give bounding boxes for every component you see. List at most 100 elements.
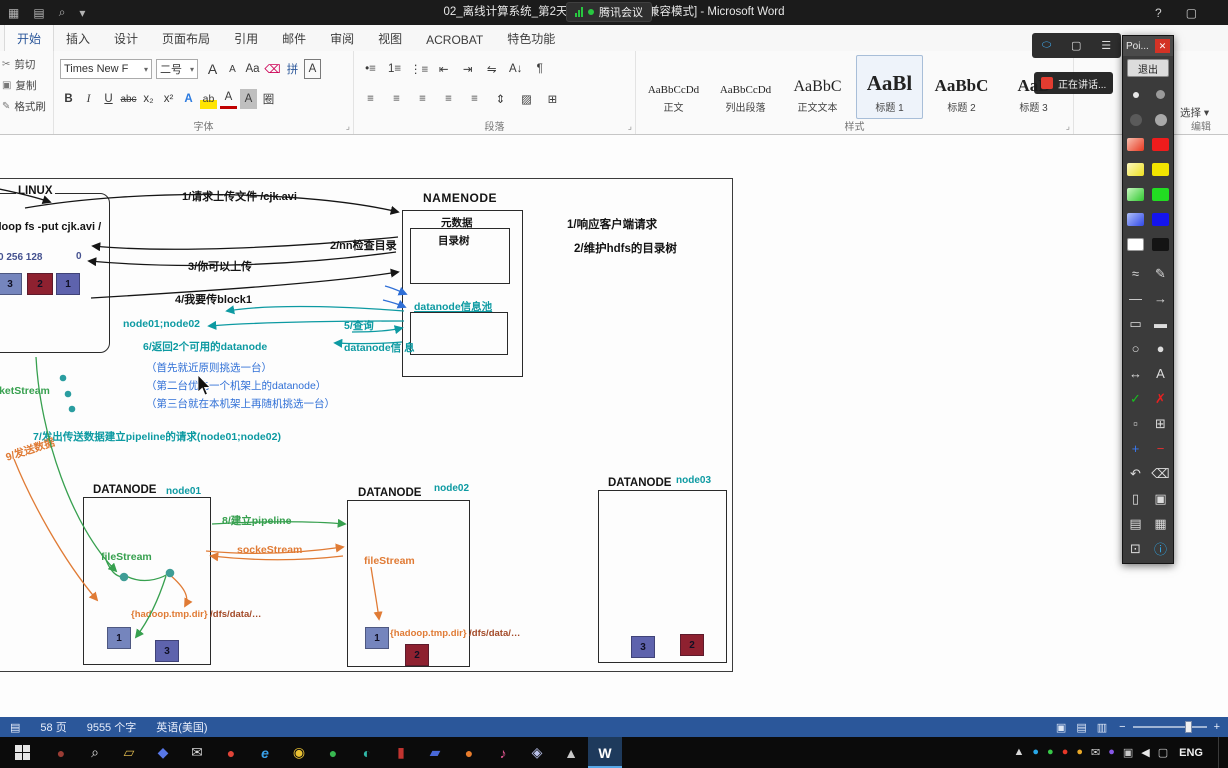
text-tool[interactable]: A (1156, 366, 1165, 381)
pen-size-xlarge[interactable] (1154, 113, 1167, 126)
subscript-button[interactable]: x₂ (140, 89, 157, 109)
bold-button[interactable]: B (60, 89, 77, 109)
color-yellow[interactable] (1152, 163, 1169, 176)
curve-tool[interactable]: ≈ (1132, 266, 1139, 281)
taskbar-search-icon[interactable]: ⌕ (78, 737, 112, 768)
shading-button[interactable]: ▨ (518, 89, 535, 109)
tray-icon[interactable]: ● (1108, 746, 1115, 759)
zoom-slider-thumb[interactable] (1184, 721, 1192, 733)
taskbar-app-icon[interactable]: ◈ (520, 737, 554, 768)
close-icon[interactable]: ✕ (1155, 39, 1170, 53)
taskbar-app-icon[interactable]: ▰ (418, 737, 452, 768)
ribbon-tab[interactable]: ACROBAT (414, 28, 495, 51)
meeting-window-icon[interactable]: ▢ (1071, 39, 1081, 52)
taskbar-app-icon[interactable]: ● (316, 737, 350, 768)
language-status[interactable]: 英语(美国) (156, 719, 207, 735)
cut-button[interactable]: ✂ 剪切 (2, 57, 46, 72)
ribbon-display-icon[interactable]: ▢ (1186, 6, 1197, 20)
underline-button[interactable]: U (100, 89, 117, 109)
正文文本[interactable]: AaBbC 正文文本 (784, 55, 851, 119)
color-red[interactable] (1152, 138, 1169, 151)
check-mark-tool[interactable]: ✓ (1130, 391, 1141, 407)
color-blue[interactable] (1152, 213, 1169, 226)
color-red-light[interactable] (1127, 138, 1144, 151)
undo-tool[interactable]: ↶ (1130, 466, 1141, 482)
dialog-launcher-icon[interactable]: ⌟ (346, 121, 350, 132)
filled-rectangle-tool[interactable]: ▬ (1154, 316, 1167, 331)
enclose-characters-button[interactable]: 圈 (260, 89, 277, 109)
document-area[interactable]: LINUX hadoop fs -put cjk.avi / 0 256 128… (0, 135, 1228, 717)
magnifier-tool[interactable]: ⊞ (1155, 416, 1166, 432)
trash-tool[interactable]: ⌫ (1151, 466, 1169, 482)
web-layout-icon[interactable]: ▥ (1097, 721, 1107, 734)
ribbon-tab[interactable]: 开始 (4, 24, 55, 51)
taskbar-app-icon[interactable]: ● (452, 737, 486, 768)
cross-mark-tool[interactable]: ✗ (1155, 391, 1166, 407)
align-right-button[interactable]: ≡ (414, 89, 431, 109)
new-page-tool[interactable]: ▯ (1132, 491, 1139, 507)
taskbar-app-icon[interactable]: ◐ (350, 737, 384, 768)
phonetic-guide-button[interactable]: 拼 (284, 59, 301, 79)
pen-size-large[interactable] (1129, 113, 1142, 126)
print-layout-icon[interactable]: ▤ (1076, 721, 1086, 734)
superscript-button[interactable]: x² (160, 89, 177, 109)
grow-font-button[interactable]: A (204, 59, 221, 79)
taskbar-folder-icon[interactable]: ▱ (112, 737, 146, 768)
color-green[interactable] (1152, 188, 1169, 201)
minus-tool[interactable]: − (1157, 441, 1165, 456)
zoom-out-button[interactable]: − (1119, 721, 1125, 733)
taskbar-app-icon[interactable]: ◉ (282, 737, 316, 768)
标题 1[interactable]: AaBl 标题 1 (856, 55, 923, 119)
taskbar-app-icon[interactable]: ▮ (384, 737, 418, 768)
plus-tool[interactable]: + (1132, 441, 1140, 456)
font-color-button[interactable]: A (220, 89, 237, 109)
format-painter-button[interactable]: ✎ 格式刷 (2, 99, 46, 114)
taskbar-browser-icon[interactable]: e (248, 737, 282, 768)
shrink-font-button[interactable]: A (224, 59, 241, 79)
taskbar-app-icon[interactable]: ● (214, 737, 248, 768)
input-language-button[interactable]: ENG (1179, 747, 1203, 759)
strikethrough-button[interactable]: abc (120, 89, 137, 109)
line-spacing-button[interactable]: ⇕ (492, 89, 509, 109)
dialog-launcher-icon[interactable]: ⌟ (1066, 121, 1070, 132)
color-blue-light[interactable] (1127, 213, 1144, 226)
tray-icon[interactable]: ▢ (1158, 746, 1168, 759)
pen-size-small[interactable] (1132, 91, 1139, 98)
color-green-light[interactable] (1127, 188, 1144, 201)
increase-indent-button[interactable]: ⇥ (459, 59, 476, 79)
color-white[interactable] (1127, 238, 1144, 251)
character-border-button[interactable]: A (304, 59, 321, 79)
bullets-button[interactable]: •≡ (362, 59, 379, 79)
dialog-launcher-icon[interactable]: ⌟ (628, 121, 632, 132)
multilevel-list-button[interactable]: ⋮≡ (410, 59, 428, 79)
color-black[interactable] (1152, 238, 1169, 251)
filled-ellipse-tool[interactable]: ● (1157, 341, 1165, 356)
distribute-button[interactable]: ≡ (466, 89, 483, 109)
double-arrow-tool[interactable]: ↔ (1129, 366, 1142, 381)
taskbar-app-icon[interactable]: ▲ (554, 737, 588, 768)
pen-size-medium[interactable] (1156, 90, 1165, 99)
show-marks-button[interactable]: ¶ (531, 59, 548, 79)
arrow-tool[interactable]: → (1154, 291, 1167, 306)
text-effects-button[interactable]: A (180, 89, 197, 109)
tray-icon[interactable]: ● (1076, 746, 1083, 759)
tray-mail-icon[interactable]: ✉ (1091, 746, 1100, 759)
ribbon-tab[interactable]: 审阅 (318, 25, 366, 51)
align-center-button[interactable]: ≡ (388, 89, 405, 109)
zoom-slider[interactable] (1132, 721, 1207, 733)
show-desktop-button[interactable] (1218, 737, 1222, 768)
character-shading-button[interactable]: A (240, 89, 257, 109)
tray-meeting-icon[interactable]: ● (1032, 746, 1039, 759)
zoom-in-button[interactable]: + (1214, 721, 1220, 733)
numbering-button[interactable]: 1≡ (386, 59, 403, 79)
help-icon[interactable]: ? (1155, 6, 1162, 20)
volume-icon[interactable]: ◀ (1141, 746, 1149, 759)
tray-icon[interactable]: ● (1047, 746, 1054, 759)
sort-button[interactable]: A↓ (507, 59, 524, 79)
ribbon-tab[interactable]: 邮件 (270, 25, 318, 51)
save-tool[interactable]: ▦ (1154, 516, 1166, 532)
highlight-button[interactable]: ab (200, 89, 217, 109)
taskbar-app-icon[interactable]: ♪ (486, 737, 520, 768)
asian-layout-button[interactable]: ⇋ (483, 59, 500, 79)
列出段落[interactable]: AaBbCcDd 列出段落 (712, 55, 779, 119)
